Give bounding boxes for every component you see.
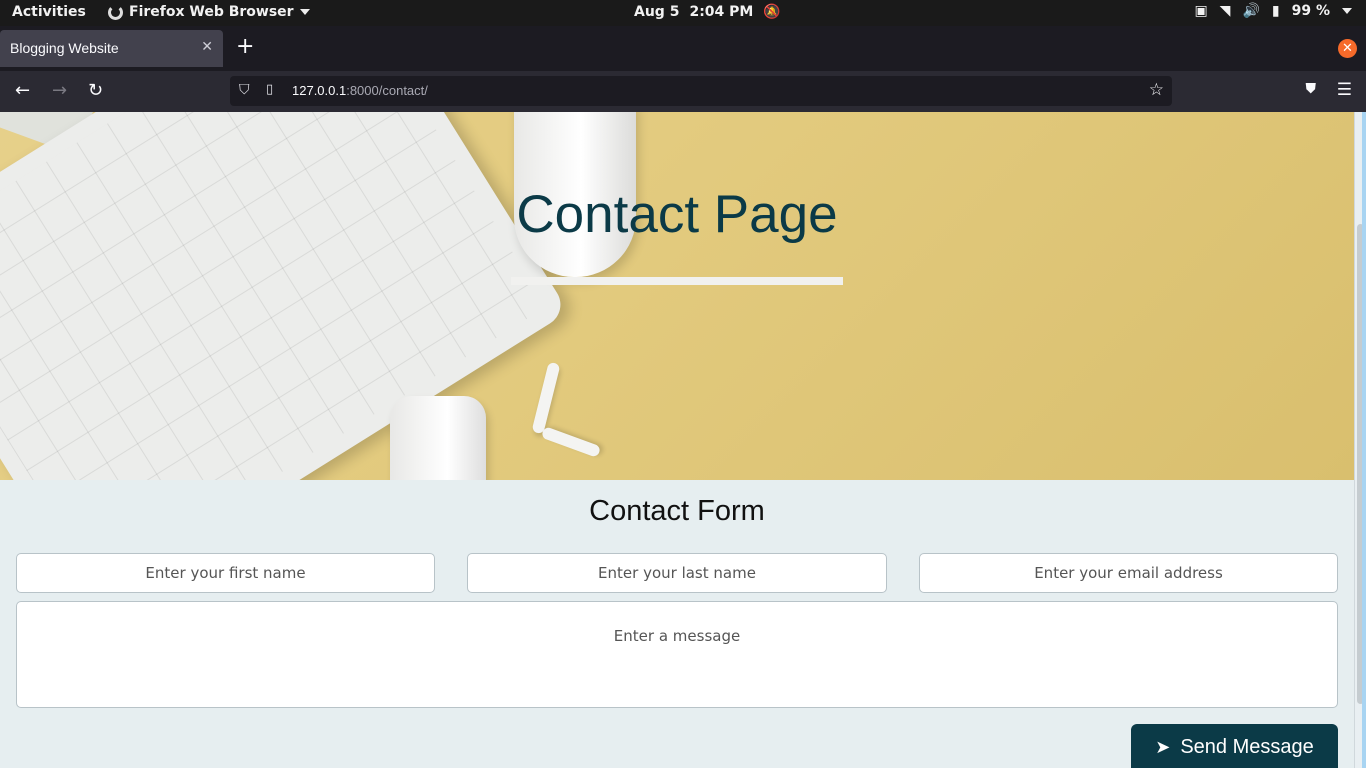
firefox-icon	[108, 4, 123, 20]
pocket-icon[interactable]: ⛊	[1306, 81, 1317, 97]
volume-icon: 🔊	[1242, 3, 1260, 19]
last-name-field[interactable]: Enter your last name	[467, 553, 887, 593]
form-title: Contact Form	[589, 495, 765, 527]
url-path: :8000/contact/	[346, 83, 428, 98]
screen-share-icon: ▣	[1194, 3, 1208, 19]
tab-blogging-website[interactable]: Blogging Website ✕	[0, 30, 223, 67]
title-underline	[511, 277, 843, 285]
send-message-button[interactable]: ➤ Send Message	[1131, 724, 1338, 768]
page-info-icon[interactable]: ▯	[266, 82, 273, 97]
notifications-muted-icon: 🔕	[763, 4, 781, 20]
message-field[interactable]: Enter a message	[16, 601, 1338, 708]
activities-button[interactable]: Activities	[12, 4, 86, 20]
close-icon[interactable]: ✕	[201, 38, 213, 55]
new-tab-button[interactable]: +	[236, 36, 254, 58]
hero-image-earbud	[540, 426, 602, 458]
system-tray[interactable]: ▣ ◥ 🔊 ▮ 99 %	[1194, 3, 1352, 19]
app-menu-label: Firefox Web Browser	[129, 4, 294, 20]
first-name-field[interactable]: Enter your first name	[16, 553, 435, 593]
menu-icon[interactable]: ☰	[1337, 80, 1352, 100]
battery-icon: ▮	[1271, 3, 1280, 19]
tab-strip: Blogging Website ✕ + ✕	[0, 26, 1366, 71]
forward-button[interactable]: →	[52, 80, 67, 101]
hero-image-earbuds-case	[390, 396, 486, 480]
url-host: 127.0.0.1	[292, 83, 347, 98]
app-menu[interactable]: Firefox Web Browser	[108, 4, 310, 20]
wifi-icon: ◥	[1219, 3, 1231, 19]
page-viewport: Contact Page Contact Form Enter your fir…	[0, 112, 1354, 768]
back-button[interactable]: ←	[15, 80, 30, 101]
bookmark-star-icon[interactable]: ☆	[1149, 80, 1164, 100]
paper-plane-icon: ➤	[1155, 736, 1171, 757]
system-top-bar: Activities Firefox Web Browser Aug 5 2:0…	[0, 0, 1366, 26]
hero-banner: Contact Page	[0, 112, 1354, 480]
clock[interactable]: Aug 5 2:04 PM 🔕	[634, 4, 781, 20]
time-label: 2:04 PM	[689, 4, 754, 20]
hero-image-earbud	[531, 361, 561, 435]
battery-label: 99 %	[1291, 3, 1330, 19]
email-field[interactable]: Enter your email address	[919, 553, 1338, 593]
url-bar[interactable]: ⛉ ▯ 127.0.0.1:8000/contact/ ☆	[230, 76, 1172, 106]
screen-edge	[1362, 112, 1366, 768]
page-title: Contact Page	[516, 185, 838, 244]
chevron-down-icon	[1342, 8, 1352, 14]
send-message-label: Send Message	[1180, 735, 1314, 758]
date-label: Aug 5	[634, 4, 680, 20]
shield-icon[interactable]: ⛉	[239, 82, 250, 98]
reload-button[interactable]: ↻	[88, 80, 103, 101]
tab-title: Blogging Website	[10, 40, 119, 56]
url-text[interactable]: 127.0.0.1:8000/contact/	[292, 83, 428, 98]
window-close-button[interactable]: ✕	[1338, 39, 1357, 58]
navigation-bar: ← → ↻ ⛉ ▯ 127.0.0.1:8000/contact/ ☆ ⛊ ☰	[0, 71, 1366, 112]
chevron-down-icon	[299, 9, 310, 15]
